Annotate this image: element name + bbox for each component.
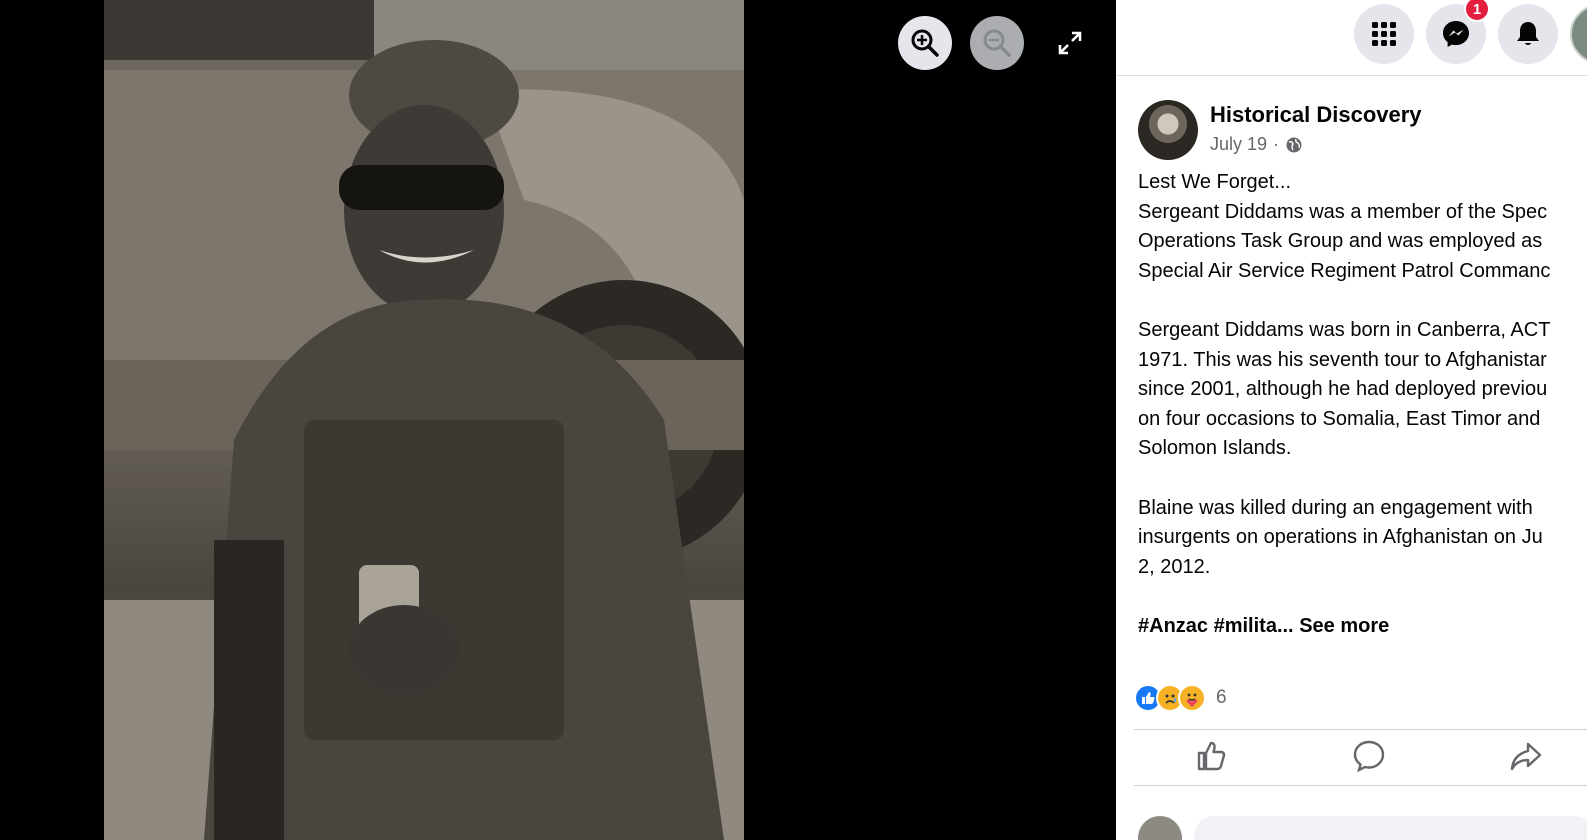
bell-icon [1517, 22, 1539, 45]
post-text-line: 1971. This was his seventh tour to Afgha… [1138, 348, 1547, 371]
share-button[interactable] [1447, 730, 1587, 782]
post-text-line: Solomon Islands. [1138, 437, 1292, 460]
zoom-in-icon [911, 29, 939, 57]
post-actions [1134, 730, 1587, 782]
post-text-line: since 2001, although he had deployed pre… [1138, 378, 1548, 401]
hashtags[interactable]: #Anzac #milita... [1138, 615, 1294, 637]
post-text-line: 2, 2012. [1138, 555, 1211, 578]
comment-composer [1138, 816, 1587, 840]
photo-viewer [0, 0, 1116, 840]
post-meta: July 19 · [1210, 134, 1422, 155]
post-header: Historical Discovery July 19 · [1138, 100, 1422, 160]
post-text-line: Operations Task Group and was employed a… [1138, 230, 1543, 253]
post-date[interactable]: July 19 [1210, 134, 1267, 155]
post-text: Lest We Forget... Sergeant Diddams was a… [1138, 168, 1587, 642]
zoom-out-icon [983, 29, 1011, 57]
post-text-line: Special Air Service Regiment Patrol Comm… [1138, 259, 1551, 282]
top-icons: 1 [1354, 0, 1587, 64]
share-action-icon [1510, 742, 1541, 771]
fullscreen-button[interactable] [1050, 23, 1090, 63]
soldier-photo [104, 0, 744, 840]
post-text-line: Blaine was killed during an engagement w… [1138, 496, 1533, 519]
author-name[interactable]: Historical Discovery [1210, 102, 1422, 128]
messenger-badge: 1 [1464, 0, 1490, 22]
care-icon [1178, 684, 1206, 712]
photo-illustration [104, 0, 744, 840]
post-text-line: on four occasions to Somalia, East Timor… [1138, 407, 1541, 430]
author-avatar[interactable] [1138, 100, 1198, 160]
expand-icon [1058, 31, 1082, 55]
meta-separator: · [1273, 134, 1280, 154]
zoom-in-button[interactable] [898, 16, 952, 70]
post-sidebar: 1 Historical Discovery July 19 · Lest We… [1116, 0, 1587, 840]
reaction-summary[interactable]: 6 [1134, 684, 1227, 712]
viewer-controls [898, 16, 1090, 70]
comment-button[interactable] [1291, 730, 1448, 782]
post-text-line: Lest We Forget... [1138, 171, 1292, 193]
zoom-out-button[interactable] [970, 16, 1024, 70]
post-text-line: Sergeant Diddams was born in Canberra, A… [1138, 318, 1551, 341]
reaction-count[interactable]: 6 [1216, 687, 1227, 709]
globe-icon [1286, 137, 1302, 152]
messenger-button[interactable]: 1 [1426, 0, 1490, 64]
menu-button[interactable] [1354, 4, 1414, 64]
comment-action-icon [1353, 740, 1385, 773]
menu-grid-icon [1372, 22, 1396, 46]
post-text-line: Sergeant Diddams was a member of the Spe… [1138, 200, 1548, 223]
divider [1134, 785, 1587, 786]
notifications-button[interactable] [1498, 4, 1558, 64]
account-avatar[interactable] [1570, 4, 1587, 64]
top-navigation: 1 [1116, 0, 1587, 76]
commenter-avatar [1138, 816, 1182, 840]
author-info: Historical Discovery July 19 · [1210, 100, 1422, 160]
like-button[interactable] [1134, 730, 1291, 782]
messenger-icon [1443, 21, 1469, 47]
post-tags-line: #Anzac #milita... See more [1138, 612, 1587, 642]
see-more-link[interactable]: See more [1299, 615, 1389, 637]
post-text-line: insurgents on operations in Afghanistan … [1138, 526, 1543, 549]
comment-input[interactable] [1194, 816, 1587, 840]
like-action-icon [1198, 741, 1226, 771]
